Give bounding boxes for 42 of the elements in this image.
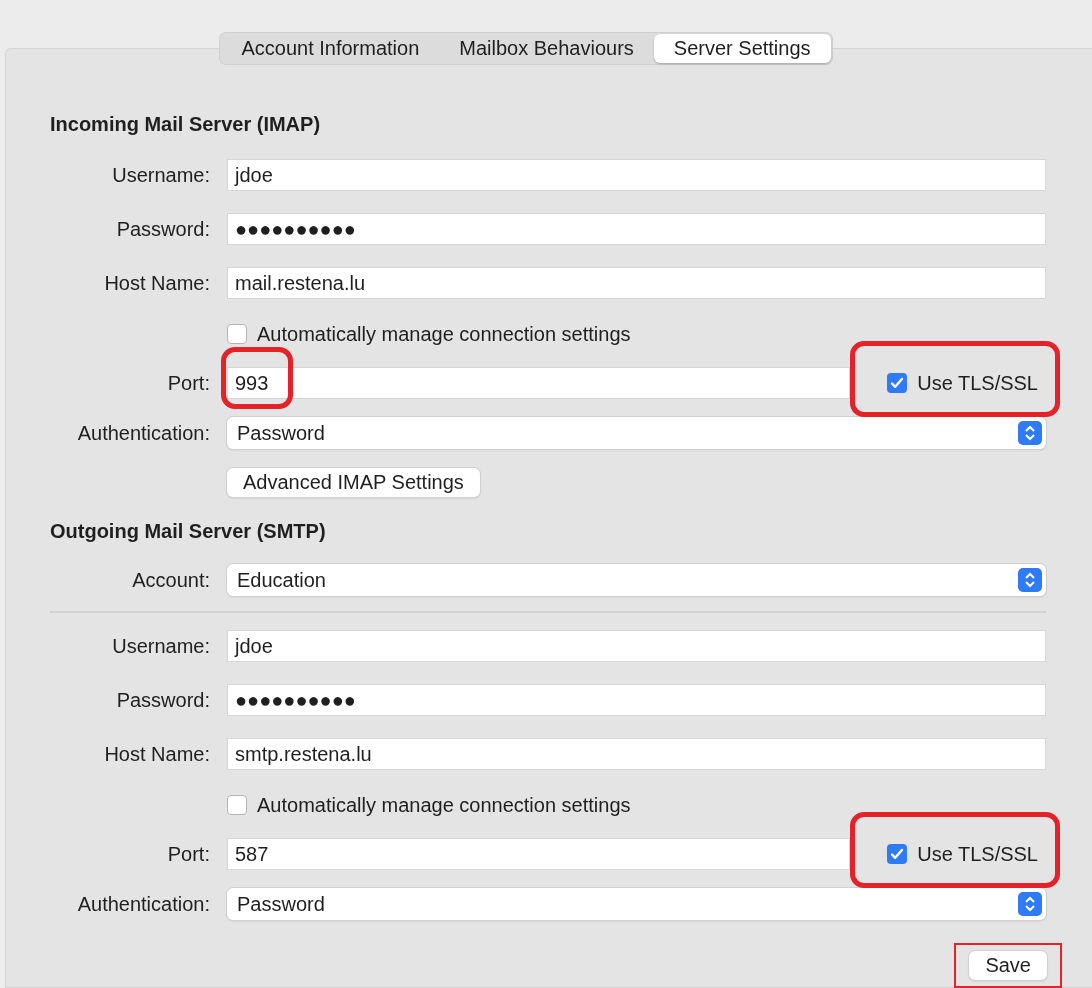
input-field[interactable]: 993 [227,367,850,399]
tab[interactable]: Mailbox Behaviours [439,34,654,63]
field-label: Port: [166,371,210,395]
checkbox-label: Use TLS/SSL [917,842,1038,866]
save-button[interactable]: Save [969,951,1047,980]
checkbox[interactable] [227,795,247,815]
tab[interactable]: Server Settings [653,34,831,63]
field-label: Host Name: [103,271,210,295]
input-field[interactable]: ●●●●●●●●●● [227,213,1046,245]
stepper-icon [1018,421,1042,445]
advanced-settings-button[interactable]: Advanced IMAP Settings [227,467,480,497]
input-field[interactable]: ●●●●●●●●●● [227,684,1046,716]
field-label: Username: [111,634,210,658]
dropdown[interactable]: Education [227,564,1046,596]
stepper-icon [1018,892,1042,916]
dropdown[interactable]: Password [227,417,1046,449]
checkmark-icon [890,847,905,861]
field-label: Password: [115,217,210,241]
checkbox[interactable] [887,373,908,393]
field-label: Port: [166,842,210,866]
checkbox-label: Automatically manage connection settings [257,793,631,817]
field-label: Authentication: [76,892,210,916]
checkbox-label: Use TLS/SSL [917,371,1038,395]
field-label: Username: [111,163,210,187]
input-field[interactable]: smtp.restena.lu [227,738,1046,770]
checkbox-label: Automatically manage connection settings [257,322,631,346]
field-label: Authentication: [76,421,210,445]
input-field[interactable]: jdoe [227,159,1046,191]
stepper-icon [1018,568,1042,592]
tab[interactable]: Account Information [221,34,440,63]
section-title: Outgoing Mail Server (SMTP) [50,520,327,543]
checkmark-icon [890,376,905,390]
input-field[interactable]: jdoe [227,630,1046,662]
checkbox[interactable] [887,844,908,864]
checkbox[interactable] [227,324,247,344]
input-field[interactable]: 587 [227,838,850,870]
section-title: Incoming Mail Server (IMAP) [50,113,322,136]
field-label: Password: [115,688,210,712]
dropdown[interactable]: Password [227,888,1046,920]
field-label: Host Name: [103,742,210,766]
field-label: Account: [131,568,210,592]
input-field[interactable]: mail.restena.lu [227,267,1046,299]
